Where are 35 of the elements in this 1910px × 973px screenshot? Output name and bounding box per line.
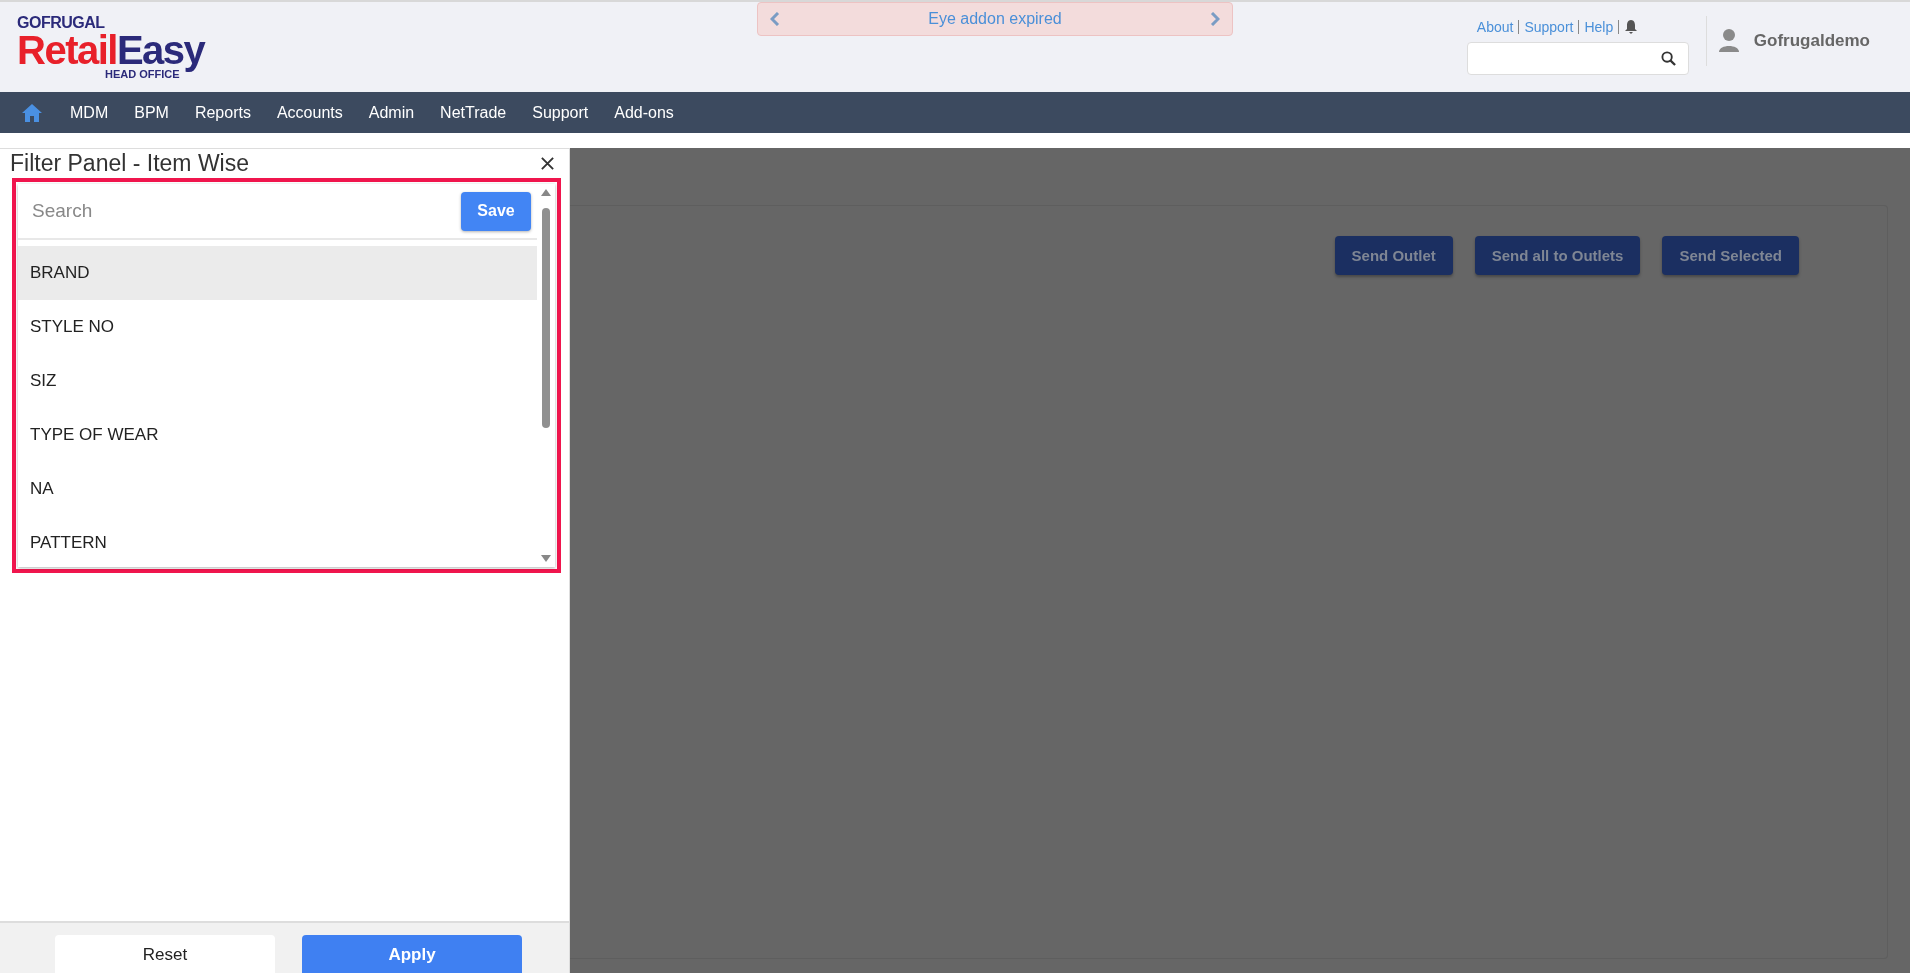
notice-text: Eye addon expired bbox=[928, 10, 1062, 28]
filter-list-item[interactable]: NA bbox=[18, 462, 537, 516]
send-button[interactable]: Send Outlet bbox=[1334, 236, 1453, 275]
panel-title: Filter Panel - Item Wise bbox=[10, 149, 249, 178]
scroll-down-icon[interactable] bbox=[541, 555, 551, 563]
company-logo-text: GOFRUGAL bbox=[17, 15, 105, 31]
filter-list-item[interactable]: PATTERN bbox=[18, 516, 537, 567]
search-icon[interactable] bbox=[1660, 51, 1676, 66]
scroll-up-icon[interactable] bbox=[541, 188, 551, 196]
chevron-left-icon[interactable] bbox=[770, 12, 780, 26]
nav-menu-item[interactable]: Reports bbox=[181, 103, 264, 122]
nav-menu-item[interactable]: NetTrade bbox=[427, 103, 520, 122]
nav-menu-item[interactable]: Add-ons bbox=[601, 103, 687, 122]
nav-menu-item[interactable]: Support bbox=[519, 103, 602, 122]
user-icon[interactable] bbox=[1718, 28, 1739, 54]
send-button[interactable]: Send all to Outlets bbox=[1474, 236, 1641, 275]
header-search-field[interactable] bbox=[1466, 42, 1689, 75]
close-icon[interactable] bbox=[540, 156, 555, 171]
user-name[interactable]: Gofrugaldemo bbox=[1753, 31, 1870, 51]
chevron-right-icon[interactable] bbox=[1210, 12, 1220, 26]
bell-icon[interactable] bbox=[1624, 19, 1639, 35]
home-icon[interactable] bbox=[21, 102, 43, 123]
apply-button[interactable]: Apply bbox=[302, 935, 522, 973]
send-button[interactable]: Send Selected bbox=[1662, 236, 1799, 275]
filter-list-item[interactable]: SIZ bbox=[18, 354, 537, 408]
nav-menu-item[interactable]: MDM bbox=[57, 103, 122, 122]
save-button[interactable]: Save bbox=[461, 191, 531, 231]
edition-logo-text: HEAD OFFICE bbox=[105, 69, 180, 80]
reset-button[interactable]: Reset bbox=[55, 935, 275, 973]
filter-list-item[interactable]: STYLE NO bbox=[18, 300, 537, 354]
filter-list-item[interactable]: BRAND bbox=[18, 246, 537, 300]
filter-list-item[interactable]: TYPE OF WEAR bbox=[18, 408, 537, 462]
nav-menu-item[interactable]: Admin bbox=[355, 103, 428, 122]
nav-menu-item[interactable]: Accounts bbox=[263, 103, 356, 122]
nav-menu-item[interactable]: BPM bbox=[121, 103, 182, 122]
